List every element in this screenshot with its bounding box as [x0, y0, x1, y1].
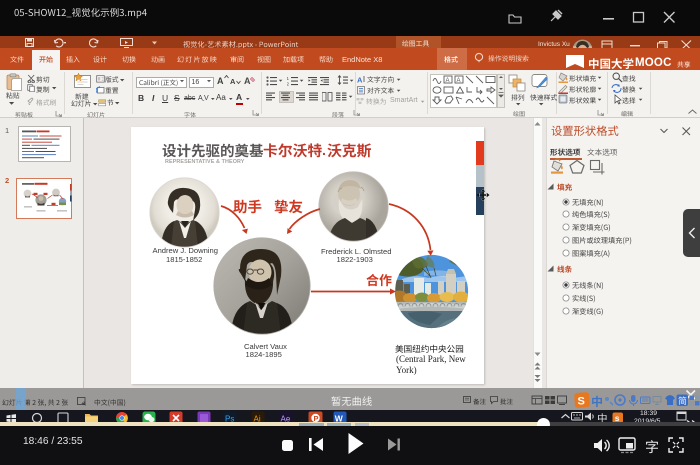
svg-text:1: 1: [287, 76, 290, 81]
svg-text:A: A: [457, 78, 461, 84]
svg-text:A: A: [357, 76, 363, 85]
svg-text:A: A: [244, 76, 251, 86]
svg-text:A: A: [446, 78, 450, 84]
svg-text:S: S: [578, 396, 585, 408]
svg-text:2: 2: [287, 82, 290, 87]
